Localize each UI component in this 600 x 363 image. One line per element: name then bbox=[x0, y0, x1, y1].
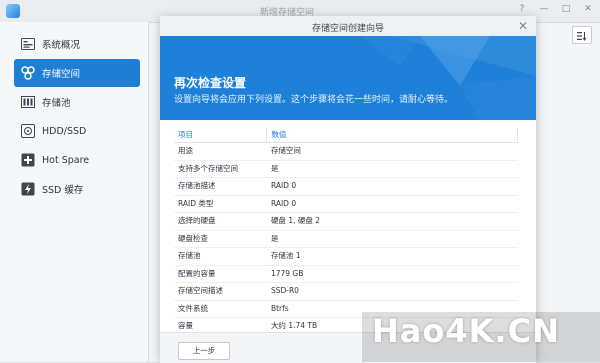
table-row: RAID 类型 RAID 0 bbox=[174, 196, 518, 213]
sort-icon bbox=[577, 26, 587, 45]
app-icon bbox=[6, 4, 20, 18]
window-controls: ? — □ ✕ bbox=[516, 4, 594, 14]
row-value: SSD-R0 bbox=[270, 286, 299, 295]
row-item: 选择的硬盘 bbox=[178, 216, 216, 225]
sidebar-item-label: HDD/SSD bbox=[42, 125, 87, 137]
sidebar-item-label: SSD 缓存 bbox=[42, 185, 84, 196]
row-value: 硬盘 1, 硬盘 2 bbox=[270, 216, 321, 225]
table-row: 支持多个存储空间 是 bbox=[174, 161, 518, 178]
sidebar: 系统概况 存储空间 存储池 HDD/SSD Hot Spare SSD 缓存 bbox=[0, 22, 149, 362]
row-value: 存储池 1 bbox=[270, 251, 301, 260]
watermark-text: Hao4K.CN bbox=[372, 312, 560, 350]
overview-icon bbox=[20, 36, 36, 52]
dialog-header: 存储空间创建向导 ✕ bbox=[160, 16, 536, 37]
banner-description: 设置向导将会应用下列设置。这个步骤将会花一些时间，请耐心等待。 bbox=[174, 95, 454, 105]
storage-wizard-dialog: 存储空间创建向导 ✕ 再次检查设置 设置向导将会应用下列设置。这个步骤将会花一些… bbox=[160, 16, 536, 363]
plus-icon bbox=[20, 152, 36, 168]
row-value: 1779 GB bbox=[270, 268, 304, 278]
table-header: 项目 数值 bbox=[174, 128, 518, 143]
row-item: 存储空间描述 bbox=[178, 286, 223, 295]
sort-toggle-button[interactable] bbox=[572, 26, 592, 44]
dialog-close-button[interactable]: ✕ bbox=[518, 19, 528, 33]
row-item: 存储池 bbox=[178, 251, 201, 260]
sidebar-item-hdd-ssd[interactable]: HDD/SSD bbox=[14, 117, 140, 145]
disk-icon bbox=[20, 123, 36, 139]
dialog-title: 存储空间创建向导 bbox=[311, 24, 384, 34]
previous-button[interactable]: 上一步 bbox=[178, 342, 230, 360]
maximize-button[interactable]: □ bbox=[560, 4, 572, 14]
table-row: 存储空间描述 SSD-R0 bbox=[174, 283, 518, 301]
row-value: RAID 0 bbox=[270, 181, 297, 190]
sidebar-item-overview[interactable]: 系统概况 bbox=[14, 30, 140, 58]
table-row: 选择的硬盘 硬盘 1, 硬盘 2 bbox=[174, 213, 518, 231]
storage-space-icon bbox=[20, 65, 36, 81]
table-row: 存储池描述 RAID 0 bbox=[174, 178, 518, 196]
column-header-value: 数值 bbox=[267, 128, 518, 142]
close-window-button[interactable]: ✕ bbox=[582, 4, 594, 14]
sidebar-item-label: 存储空间 bbox=[42, 69, 81, 80]
sidebar-item-label: 系统概况 bbox=[42, 40, 81, 51]
sidebar-item-ssd-cache[interactable]: SSD 缓存 bbox=[14, 175, 140, 203]
sidebar-item-label: 存储池 bbox=[42, 98, 71, 109]
table-row: 存储池 存储池 1 bbox=[174, 248, 518, 266]
lightning-icon bbox=[20, 181, 36, 197]
row-item: RAID 类型 bbox=[178, 198, 214, 208]
banner-title: 再次检查设置 bbox=[174, 76, 247, 90]
sidebar-item-hot-spare[interactable]: Hot Spare bbox=[14, 146, 140, 174]
minimize-button[interactable]: — bbox=[538, 4, 550, 14]
table-row: 用途 存储空间 bbox=[174, 143, 518, 161]
row-item: 文件系统 bbox=[178, 303, 208, 313]
row-item: 支持多个存储空间 bbox=[178, 163, 238, 173]
sidebar-item-storage-space[interactable]: 存储空间 bbox=[14, 59, 140, 87]
row-item: 硬盘检查 bbox=[178, 233, 208, 243]
sidebar-item-storage-pool[interactable]: 存储池 bbox=[14, 88, 140, 116]
row-value: RAID 0 bbox=[270, 198, 297, 208]
row-value: 存储空间 bbox=[270, 146, 301, 155]
settings-summary-table: 项目 数值 用途 存储空间 支持多个存储空间是 存储池描述 RAID 0 RAID … bbox=[174, 128, 518, 336]
wizard-banner: 再次检查设置 设置向导将会应用下列设置。这个步骤将会花一些时间，请耐心等待。 bbox=[160, 36, 536, 120]
sidebar-item-label: Hot Spare bbox=[42, 154, 90, 166]
row-value: 是 bbox=[270, 163, 279, 173]
row-item: 存储池描述 bbox=[178, 181, 216, 190]
table-row: 硬盘检查 是 bbox=[174, 231, 518, 248]
table-row: 配置的容量 1779 GB bbox=[174, 266, 518, 283]
help-button[interactable]: ? bbox=[516, 4, 528, 14]
row-item: 配置的容量 bbox=[178, 268, 216, 278]
row-item: 用途 bbox=[178, 146, 193, 155]
row-value: 是 bbox=[270, 233, 279, 243]
column-header-item: 项目 bbox=[174, 128, 268, 142]
storage-pool-icon bbox=[20, 94, 36, 110]
